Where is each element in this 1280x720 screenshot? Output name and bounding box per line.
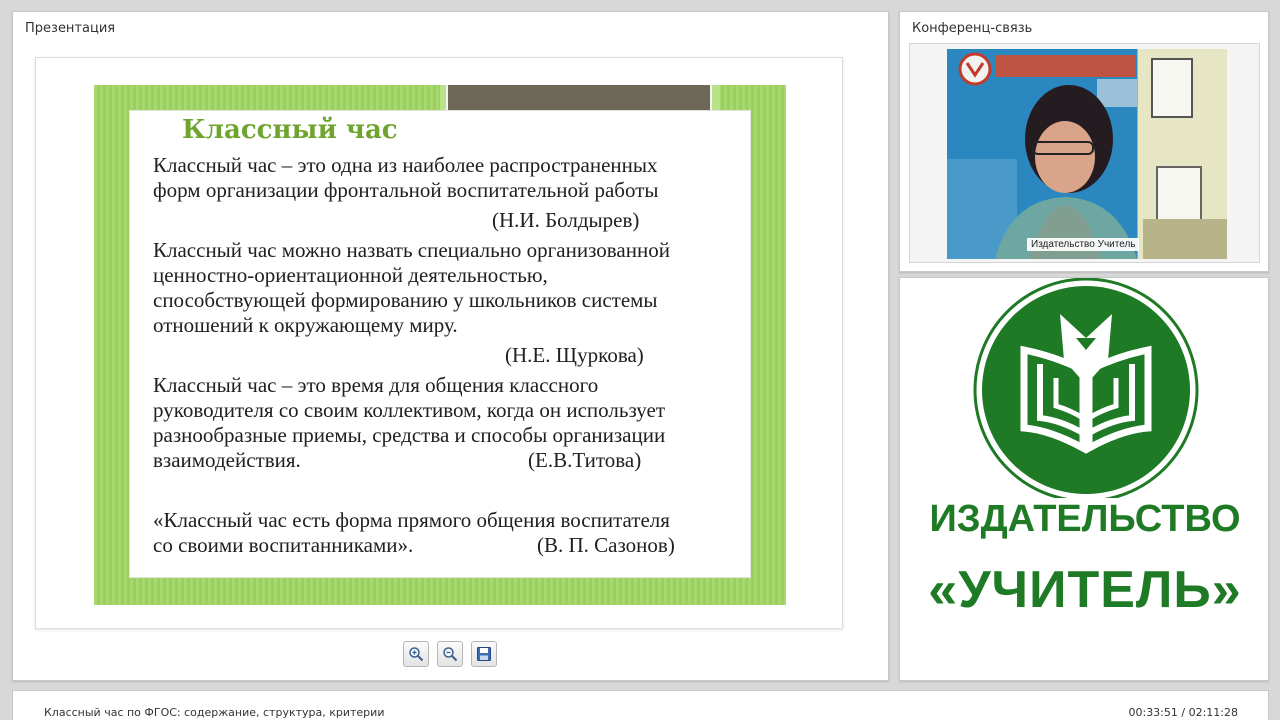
zoom-in-icon	[409, 647, 424, 662]
publisher-name-line2: «УЧИТЕЛЬ»	[928, 561, 1242, 619]
save-button[interactable]	[471, 641, 497, 667]
playback-time: 00:33:51 / 02:11:28	[1128, 706, 1238, 719]
slide-paragraph-3-line-4: взаимодействия.	[153, 448, 301, 472]
presentation-panel-title: Презентация	[25, 21, 116, 36]
presentation-panel: Презентация Классный час Классный час – …	[12, 11, 889, 681]
slide-paragraph-3-line-1: Классный час – это время для общения кла…	[153, 373, 599, 397]
slide-paragraph-4-line-1: «Классный час есть форма прямого общения…	[153, 508, 670, 532]
video-scene	[947, 52, 1227, 259]
slide-author-4: (В. П. Сазонов)	[537, 533, 675, 557]
slide-paragraph-3-line-2: руководителя со своим коллективом, когда…	[153, 398, 666, 422]
slide-author-2: (Н.Е. Щуркова)	[505, 343, 644, 367]
conference-panel: Конференц-связь Издательство Учитель	[899, 11, 1269, 272]
session-title: Классный час по ФГОС: содержание, структ…	[44, 706, 385, 719]
zoom-out-icon	[443, 647, 458, 662]
slide-paragraph-2-line-2: ценностно-ориентационной деятельностью,	[153, 263, 548, 287]
slide-author-1: (Н.И. Болдырев)	[492, 208, 640, 232]
publisher-logo-icon	[973, 278, 1199, 498]
zoom-in-button[interactable]	[403, 641, 429, 667]
slide-paragraph-1-line-1: Классный час – это одна из наиболее расп…	[153, 153, 658, 177]
slide-viewer: Классный час Классный час – это одна из …	[35, 57, 843, 629]
slide-paragraph-4-line-2: со своими воспитанниками».	[153, 533, 414, 557]
slide-paragraph-2-line-3: способствующей формированию у школьников…	[153, 288, 658, 312]
participant-name-label: Издательство Учитель	[1027, 238, 1140, 251]
slide-paragraph-3-line-3: разнообразные приемы, средства и способы…	[153, 423, 666, 447]
zoom-out-button[interactable]	[437, 641, 463, 667]
slide-content-area: Классный час Классный час – это одна из …	[129, 110, 751, 578]
slide-paragraph-2-line-1: Классный час можно назвать специально ор…	[153, 238, 670, 262]
video-frame: Издательство Учитель	[909, 43, 1260, 263]
participant-video[interactable]: Издательство Учитель	[947, 49, 1227, 259]
publisher-name-line1: ИЗДАТЕЛЬСТВО	[929, 498, 1241, 540]
footer-bar: Классный час по ФГОС: содержание, структ…	[12, 690, 1269, 720]
publisher-logo-panel: ИЗДАТЕЛЬСТВО «УЧИТЕЛЬ»	[899, 277, 1269, 681]
slide-paragraph-1-line-2: форм организации фронтальной воспитатель…	[153, 178, 659, 202]
conference-panel-title: Конференц-связь	[912, 21, 1033, 36]
save-icon	[477, 647, 491, 661]
slide: Классный час Классный час – это одна из …	[94, 85, 786, 605]
slide-title: Классный час	[182, 115, 398, 145]
slide-author-3: (Е.В.Титова)	[528, 448, 642, 472]
slide-paragraph-2-line-4: отношений к окружающему миру.	[153, 313, 458, 337]
